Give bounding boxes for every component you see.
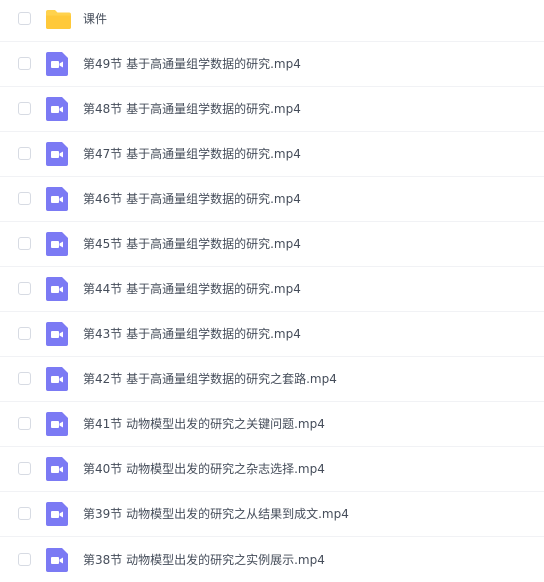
video-file-icon	[46, 52, 68, 76]
video-file-icon	[46, 232, 68, 256]
file-name: 第42节 基于高通量组学数据的研究之套路.mp4	[83, 372, 337, 386]
row-checkbox[interactable]	[18, 57, 31, 70]
row-checkbox[interactable]	[18, 102, 31, 115]
file-name: 第45节 基于高通量组学数据的研究.mp4	[83, 237, 301, 251]
file-row[interactable]: 第39节 动物模型出发的研究之从结果到成文.mp4	[0, 492, 544, 537]
folder-icon	[46, 10, 71, 29]
file-row[interactable]: 第47节 基于高通量组学数据的研究.mp4	[0, 132, 544, 177]
file-row[interactable]: 第48节 基于高通量组学数据的研究.mp4	[0, 87, 544, 132]
row-checkbox[interactable]	[18, 327, 31, 340]
video-file-icon	[46, 187, 68, 211]
row-checkbox[interactable]	[18, 282, 31, 295]
video-file-icon	[46, 277, 68, 301]
file-name: 第49节 基于高通量组学数据的研究.mp4	[83, 57, 301, 71]
file-name: 第48节 基于高通量组学数据的研究.mp4	[83, 102, 301, 116]
file-row[interactable]: 第42节 基于高通量组学数据的研究之套路.mp4	[0, 357, 544, 402]
row-checkbox[interactable]	[18, 417, 31, 430]
file-row[interactable]: 第44节 基于高通量组学数据的研究.mp4	[0, 267, 544, 312]
file-name: 第41节 动物模型出发的研究之关键问题.mp4	[83, 417, 325, 431]
video-file-icon	[46, 367, 68, 391]
row-checkbox[interactable]	[18, 372, 31, 385]
file-row[interactable]: 第43节 基于高通量组学数据的研究.mp4	[0, 312, 544, 357]
file-row[interactable]: 第49节 基于高通量组学数据的研究.mp4	[0, 42, 544, 87]
row-checkbox[interactable]	[18, 237, 31, 250]
video-file-icon	[46, 97, 68, 121]
row-checkbox[interactable]	[18, 552, 31, 566]
row-checkbox[interactable]	[18, 147, 31, 160]
row-checkbox[interactable]	[18, 507, 31, 520]
row-checkbox[interactable]	[18, 462, 31, 475]
file-row[interactable]: 第46节 基于高通量组学数据的研究.mp4	[0, 177, 544, 222]
file-list: 课件 第49节 基于高通量组学数据的研究.mp4 第48节 基于高通量组学数据的…	[0, 0, 544, 578]
file-name: 第40节 动物模型出发的研究之杂志选择.mp4	[83, 462, 325, 476]
row-checkbox[interactable]	[18, 12, 31, 25]
row-checkbox[interactable]	[18, 192, 31, 205]
video-file-icon	[46, 142, 68, 166]
file-name: 第39节 动物模型出发的研究之从结果到成文.mp4	[83, 507, 349, 521]
file-name: 第46节 基于高通量组学数据的研究.mp4	[83, 192, 301, 206]
video-file-icon	[46, 322, 68, 346]
file-name: 课件	[83, 12, 108, 26]
video-file-icon	[46, 502, 68, 526]
file-name: 第38节 动物模型出发的研究之实例展示.mp4	[83, 552, 325, 567]
file-row[interactable]: 第40节 动物模型出发的研究之杂志选择.mp4	[0, 447, 544, 492]
video-file-icon	[46, 547, 68, 572]
file-name: 第47节 基于高通量组学数据的研究.mp4	[83, 147, 301, 161]
file-row[interactable]: 第41节 动物模型出发的研究之关键问题.mp4	[0, 402, 544, 447]
video-file-icon	[46, 457, 68, 481]
file-row[interactable]: 第45节 基于高通量组学数据的研究.mp4	[0, 222, 544, 267]
file-row[interactable]: 第38节 动物模型出发的研究之实例展示.mp4	[0, 537, 544, 582]
file-name: 第43节 基于高通量组学数据的研究.mp4	[83, 327, 301, 341]
folder-row[interactable]: 课件	[0, 0, 544, 42]
video-file-icon	[46, 412, 68, 436]
file-name: 第44节 基于高通量组学数据的研究.mp4	[83, 282, 301, 296]
